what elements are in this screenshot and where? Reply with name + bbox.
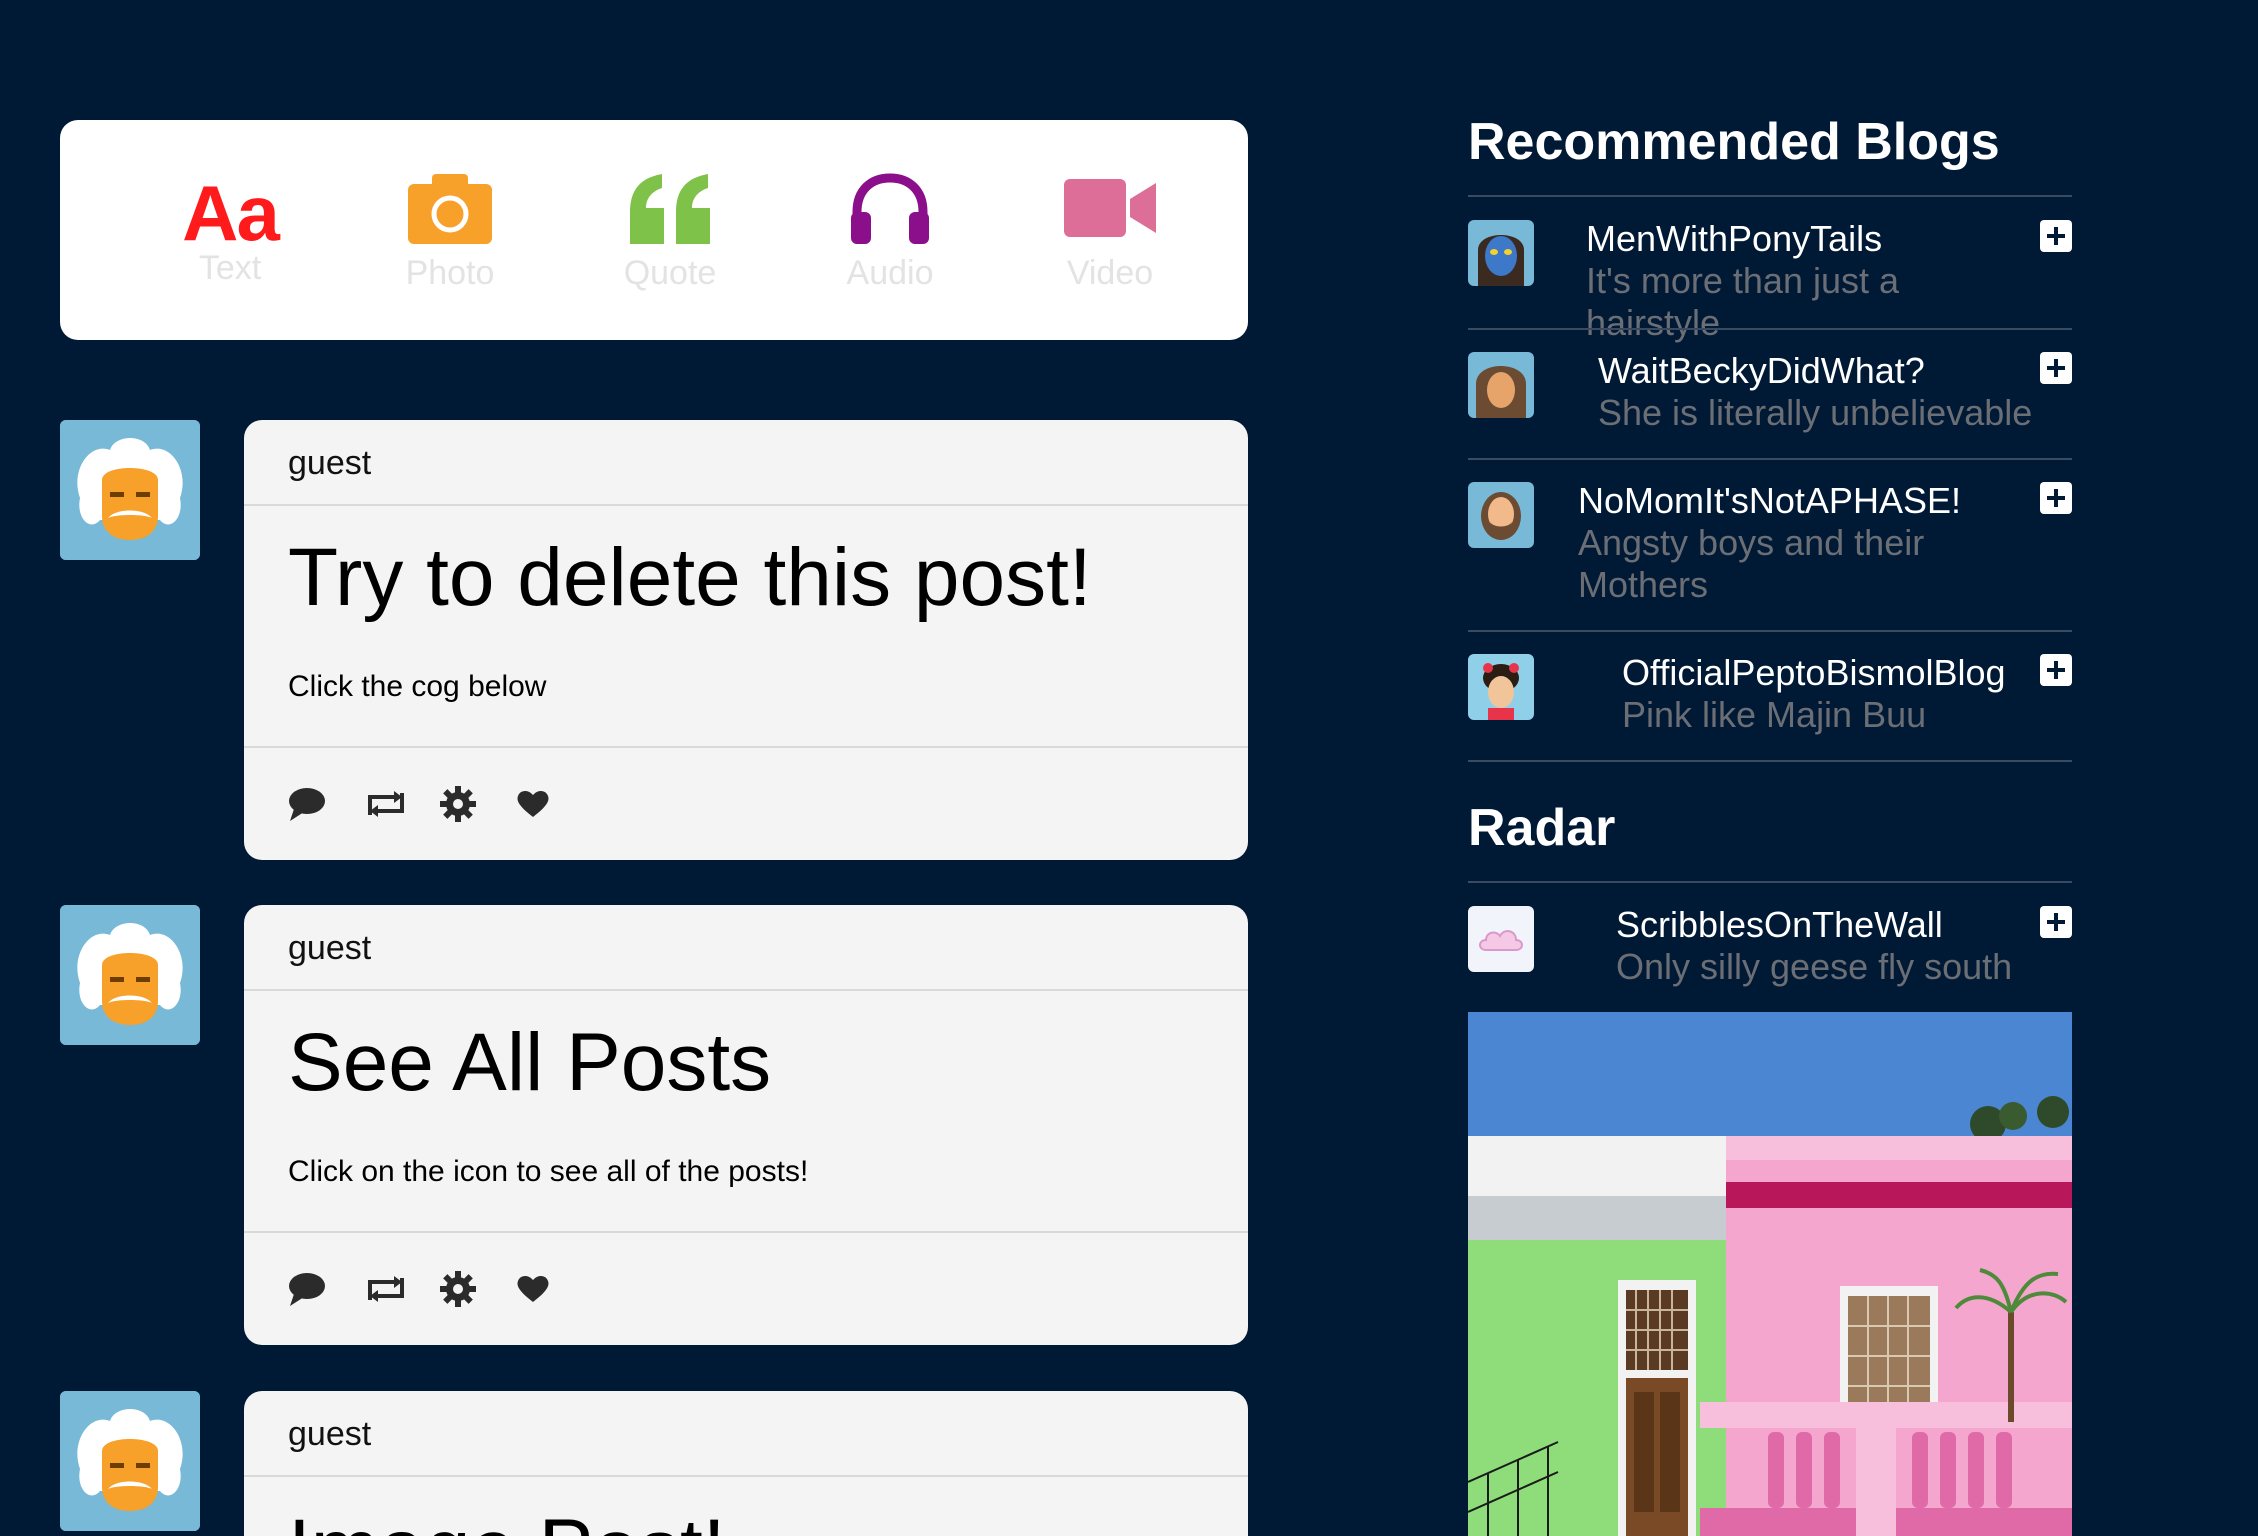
post-type-composer: Aa Text Photo Quote Audio Video — [60, 120, 1248, 340]
video-camera-icon — [1064, 168, 1156, 248]
post-body-text: Click the cog below — [288, 670, 547, 703]
compose-quote-button[interactable]: Quote — [560, 168, 780, 293]
post-body-text: Click on the icon to see all of the post… — [288, 1155, 809, 1188]
compose-audio-button[interactable]: Audio — [780, 168, 1000, 293]
blog-tagline: Only silly geese fly south — [1616, 946, 2013, 987]
post-title: Try to delete this post! — [288, 532, 1092, 623]
radar-blog-item[interactable]: ScribblesOnTheWall Only silly geese fly … — [1468, 904, 2072, 1006]
blog-tagline: Angsty boys and their Mothers — [1578, 522, 1925, 605]
follow-plus-icon[interactable] — [2040, 220, 2072, 252]
einstein-avatar-icon — [60, 1391, 200, 1531]
recommended-blogs-heading: Recommended Blogs — [1468, 113, 2000, 171]
recommended-blog-item[interactable]: OfficialPeptoBismolBlog Pink like Majin … — [1468, 652, 2072, 762]
post-author-avatar[interactable] — [60, 1391, 200, 1531]
avatar-character-icon — [1468, 220, 1534, 286]
post-author-avatar[interactable] — [60, 905, 200, 1045]
radar-post-image[interactable] — [1468, 1012, 2072, 1536]
heart-icon[interactable] — [516, 1269, 592, 1309]
follow-plus-icon[interactable] — [2040, 352, 2072, 384]
avatar-character-icon — [1468, 654, 1534, 720]
compose-audio-label: Audio — [846, 253, 934, 292]
compose-text-label: Text — [198, 248, 262, 287]
avatar-character-icon — [1468, 482, 1534, 548]
quote-icon — [628, 168, 712, 248]
post-username[interactable]: guest — [244, 420, 1248, 506]
post-username[interactable]: guest — [244, 905, 1248, 991]
avatar-character-icon — [1468, 352, 1534, 418]
einstein-avatar-icon — [60, 420, 200, 560]
recommended-blog-item[interactable]: MenWithPonyTails It's more than just a h… — [1468, 218, 2072, 343]
headphones-icon — [849, 168, 931, 248]
blog-name[interactable]: NoMomIt'sNotAPHASE! — [1578, 480, 1961, 522]
camera-icon — [408, 168, 492, 248]
blog-name[interactable]: OfficialPeptoBismolBlog — [1622, 652, 2006, 694]
post-actions-bar — [244, 746, 1248, 860]
follow-plus-icon[interactable] — [2040, 654, 2072, 686]
blog-tagline: She is literally unbelievable — [1598, 392, 2033, 433]
blog-avatar — [1468, 906, 1534, 972]
recommended-blog-item[interactable]: NoMomIt'sNotAPHASE! Angsty boys and thei… — [1468, 480, 2072, 628]
heart-icon[interactable] — [516, 784, 592, 824]
compose-photo-label: Photo — [405, 253, 495, 292]
blog-name[interactable]: MenWithPonyTails — [1586, 218, 1882, 260]
follow-plus-icon[interactable] — [2040, 906, 2072, 938]
divider — [1468, 328, 2072, 330]
colorful-houses-image — [1468, 1012, 2072, 1536]
post-title: Image Post! — [244, 1477, 1248, 1536]
cog-icon[interactable] — [440, 1269, 516, 1309]
divider — [1468, 760, 2072, 762]
text-aa-icon: Aa — [182, 168, 280, 257]
compose-video-label: Video — [1066, 253, 1154, 292]
compose-text-button[interactable]: Aa Text — [120, 173, 340, 288]
cog-icon[interactable] — [440, 784, 516, 824]
post-card: guest Try to delete this post! Click the… — [244, 420, 1248, 860]
blog-avatar — [1468, 220, 1534, 286]
post-author-avatar[interactable] — [60, 420, 200, 560]
comment-icon[interactable] — [288, 784, 364, 824]
divider — [1468, 881, 2072, 883]
cloud-avatar-icon — [1468, 906, 1534, 972]
divider — [1468, 630, 2072, 632]
blog-avatar — [1468, 352, 1534, 418]
blog-tagline: It's more than just a hairstyle — [1586, 260, 1900, 343]
compose-quote-label: Quote — [623, 253, 717, 292]
reblog-icon[interactable] — [364, 1269, 440, 1309]
post-title: See All Posts — [288, 1017, 772, 1108]
post-card: guest Image Post! — [244, 1391, 1248, 1536]
post-username[interactable]: guest — [244, 1391, 1248, 1477]
comment-icon[interactable] — [288, 1269, 364, 1309]
einstein-avatar-icon — [60, 905, 200, 1045]
radar-heading: Radar — [1468, 799, 1616, 857]
blog-name[interactable]: WaitBeckyDidWhat? — [1598, 350, 1925, 392]
post-card: guest See All Posts Click on the icon to… — [244, 905, 1248, 1345]
blog-avatar — [1468, 482, 1534, 548]
compose-photo-button[interactable]: Photo — [340, 168, 560, 293]
reblog-icon[interactable] — [364, 784, 440, 824]
recommended-blog-item[interactable]: WaitBeckyDidWhat? She is literally unbel… — [1468, 350, 2072, 460]
post-actions-bar — [244, 1231, 1248, 1345]
compose-video-button[interactable]: Video — [1000, 168, 1220, 293]
blog-avatar — [1468, 654, 1534, 720]
divider — [1468, 458, 2072, 460]
blog-name[interactable]: ScribblesOnTheWall — [1616, 904, 1943, 946]
divider — [1468, 195, 2072, 197]
follow-plus-icon[interactable] — [2040, 482, 2072, 514]
blog-tagline: Pink like Majin Buu — [1622, 694, 1927, 735]
